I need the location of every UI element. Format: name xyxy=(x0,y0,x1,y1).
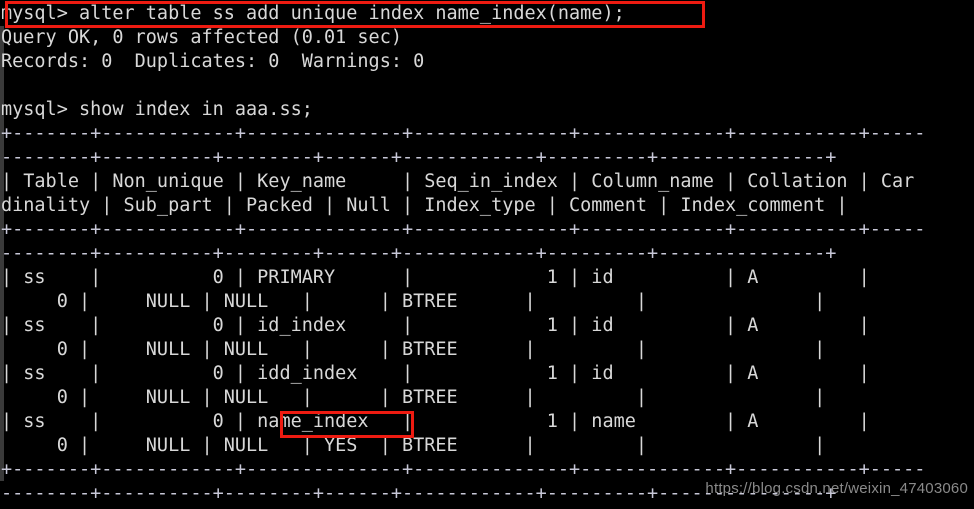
terminal-line-rule: +-------+------------+--------------+---… xyxy=(1,123,926,144)
terminal-line-row: | ss | 0 | PRIMARY | 1 | id | A | xyxy=(1,267,926,288)
terminal-line-row: | ss | 0 | idd_index | 1 | id | A | xyxy=(1,363,926,384)
terminal-window[interactable]: mysql> alter table ss add unique index n… xyxy=(0,0,974,509)
terminal-line-row: 0 | NULL | NULL | | BTREE | | | xyxy=(1,387,826,408)
terminal-line-rule: +-------+------------+--------------+---… xyxy=(1,219,926,240)
terminal-output-screen[interactable]: mysql> alter table ss add unique index n… xyxy=(0,0,974,509)
terminal-line: Records: 0 Duplicates: 0 Warnings: 0 xyxy=(1,51,425,72)
terminal-line: mysql> alter table ss add unique index n… xyxy=(1,3,625,24)
terminal-line: mysql> show index in aaa.ss; xyxy=(1,99,313,120)
terminal-line-row: 0 | NULL | NULL | | BTREE | | | xyxy=(1,339,826,360)
terminal-line-header: dinality | Sub_part | Packed | Null | In… xyxy=(1,195,848,216)
terminal-line-rule: --------+----------+--------+------+----… xyxy=(1,243,837,264)
terminal-line: Query OK, 0 rows affected (0.01 sec) xyxy=(1,27,402,48)
terminal-line-row: 0 | NULL | NULL | YES | BTREE | | | xyxy=(1,435,826,456)
terminal-line-rule: --------+----------+--------+------+----… xyxy=(1,147,837,168)
terminal-line-rule: +-------+------------+--------------+---… xyxy=(1,459,926,480)
terminal-line-row: | ss | 0 | id_index | 1 | id | A | xyxy=(1,315,926,336)
terminal-line-header: | Table | Non_unique | Key_name | Seq_in… xyxy=(1,171,915,192)
terminal-line-row: | ss | 0 | name_index | 1 | name | A | xyxy=(1,411,926,432)
terminal-line-row: 0 | NULL | NULL | | BTREE | | | xyxy=(1,291,826,312)
watermark-url: https://blog.csdn.net/weixin_47403060 xyxy=(705,480,968,497)
